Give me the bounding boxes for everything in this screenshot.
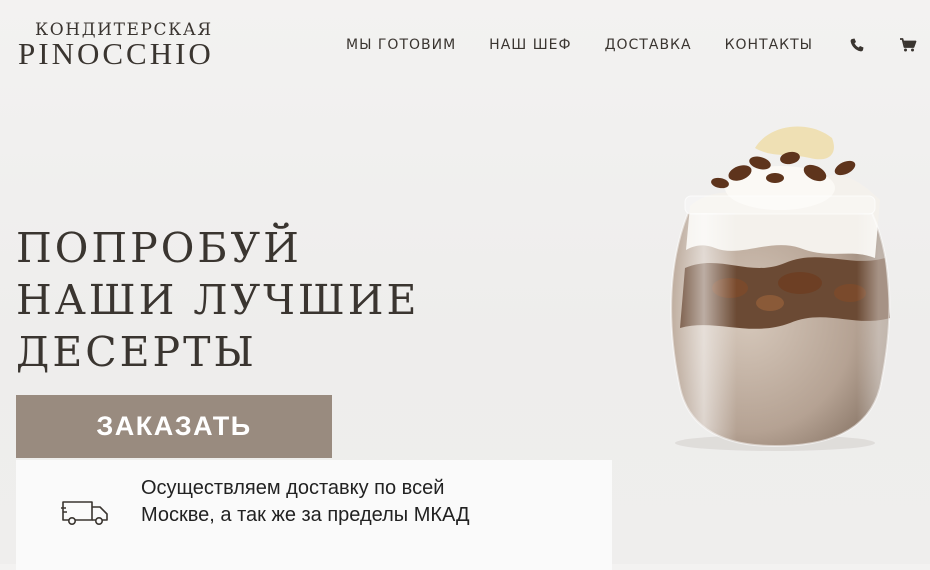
main-nav: МЫ ГОТОВИМ НАШ ШЕФ ДОСТАВКА КОНТАКТЫ [346,36,846,54]
order-button[interactable]: ЗАКАЗАТЬ [16,395,332,458]
hero-title-line: ДЕСЕРТЫ [16,328,257,376]
phone-icon[interactable] [849,37,865,53]
hero-title-line: НАШИ ЛУЧШИЕ [16,276,420,324]
logo[interactable]: КОНДИТЕРСКАЯ PINOCCHIO [18,20,214,69]
hero-title-line: ПОПРОБУЙ [16,224,302,272]
nav-item-our-chef[interactable]: НАШ ШЕФ [489,36,571,54]
nav-item-we-cook[interactable]: МЫ ГОТОВИМ [346,36,456,54]
nav-item-delivery[interactable]: ДОСТАВКА [605,36,692,54]
nav-item-contacts[interactable]: КОНТАКТЫ [725,36,813,54]
logo-title: PINOCCHIO [18,36,214,71]
dessert-jar-image [660,118,910,463]
delivery-text: Осуществляем доставку по всей Москве, а … [141,477,470,526]
cart-icon[interactable] [899,37,917,53]
delivery-info-card: Осуществляем доставку по всей Москве, а … [16,460,612,570]
hero-title: ПОПРОБУЙ НАШИ ЛУЧШИЕ ДЕСЕРТЫ [16,222,419,378]
truck-icon [61,499,111,532]
